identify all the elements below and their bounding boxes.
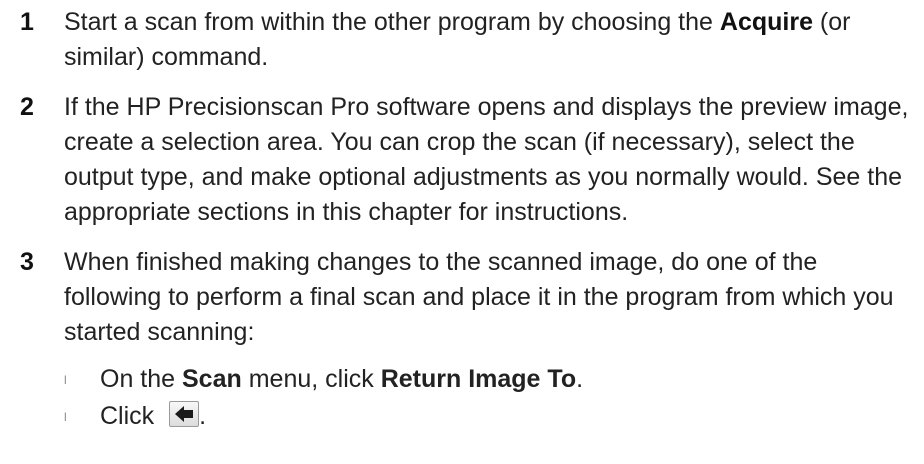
- step-number: 2: [20, 93, 34, 121]
- sub-item-click-icon: l Click .: [64, 399, 884, 435]
- sub-item-scan-menu: l On the Scan menu, click Return Image To…: [64, 362, 884, 398]
- sub-item-text-part: On the: [100, 365, 182, 393]
- step-text: When finished making changes to the scan…: [64, 248, 894, 346]
- sub-item-text-part: Click: [100, 402, 162, 430]
- return-image-arrow-icon[interactable]: [169, 401, 200, 427]
- acquire-command-label: Acquire: [719, 8, 813, 36]
- step-number: 3: [20, 248, 34, 276]
- step-number: 1: [20, 8, 34, 36]
- return-image-to-label: Return Image To: [380, 365, 577, 393]
- step-text: Start a scan from within the other progr…: [64, 5, 914, 75]
- bullet-marker: l: [64, 410, 67, 424]
- bullet-marker: l: [64, 373, 67, 387]
- sub-item-text-part: .: [199, 402, 207, 430]
- step-text: If the HP Precisionscan Pro software ope…: [64, 93, 909, 226]
- sub-item-text-part: menu, click: [241, 365, 381, 393]
- document-page: 1 Start a scan from within the other pro…: [0, 0, 924, 464]
- scan-menu-label: Scan: [182, 365, 242, 393]
- step-text-part: Start a scan from within the other progr…: [64, 8, 720, 36]
- sub-item-text-part: .: [576, 365, 584, 393]
